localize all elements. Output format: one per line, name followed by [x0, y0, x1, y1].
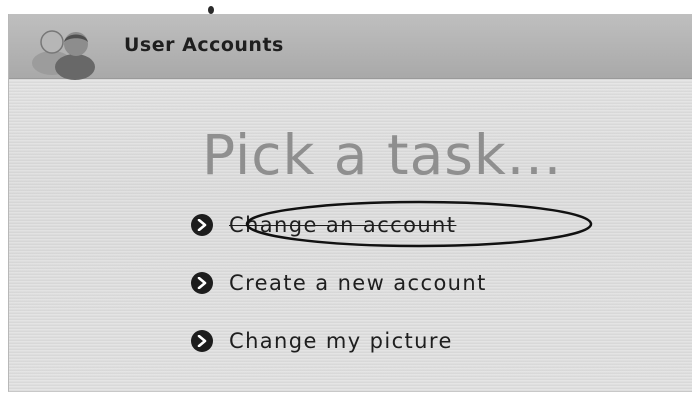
task-create-account[interactable]: Create a new account [191, 268, 487, 298]
arrow-right-circle-icon [191, 272, 213, 294]
window-title: User Accounts [124, 34, 284, 56]
task-create-account-label[interactable]: Create a new account [229, 271, 487, 295]
task-change-account[interactable]: Change an account [191, 210, 456, 240]
user-accounts-window: User Accounts Pick a task... Change an a… [8, 14, 692, 392]
pick-a-task-heading: Pick a task... [202, 123, 563, 187]
task-change-picture-label[interactable]: Change my picture [229, 329, 453, 353]
screenshot-frame: User Accounts Pick a task... Change an a… [0, 0, 692, 397]
task-change-account-label[interactable]: Change an account [229, 213, 456, 237]
task-change-picture[interactable]: Change my picture [191, 326, 453, 356]
users-icon [32, 30, 95, 80]
arrow-right-circle-icon [191, 214, 213, 236]
scan-speck [208, 6, 214, 14]
arrow-right-circle-icon [191, 330, 213, 352]
window-header: User Accounts [9, 14, 692, 80]
